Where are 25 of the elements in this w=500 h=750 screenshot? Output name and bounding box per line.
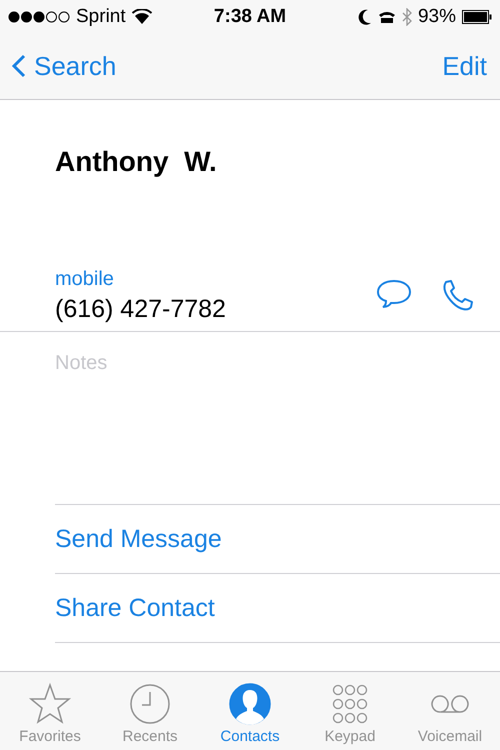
tab-item[interactable]: Recents <box>105 672 195 750</box>
status-time: 7:38 AM <box>214 6 286 28</box>
battery-icon <box>462 10 492 24</box>
chevron-left-icon <box>12 54 26 78</box>
clock-icon <box>128 682 172 726</box>
wifi-icon <box>132 9 152 24</box>
contact-name: Anthony W. <box>55 146 218 179</box>
edit-button[interactable]: Edit <box>442 50 487 82</box>
star-icon <box>28 682 72 726</box>
action-link[interactable]: Share Contact <box>0 574 500 642</box>
phone-number[interactable]: (616) 427-7782 <box>55 295 376 324</box>
bluetooth-icon <box>402 8 412 26</box>
action-link[interactable]: Send Message <box>0 505 500 573</box>
battery-percent: 93% <box>418 6 456 28</box>
moon-icon <box>358 8 372 24</box>
person-icon <box>228 682 272 726</box>
tab-item[interactable]: Contacts <box>205 672 295 750</box>
tty-icon <box>378 10 396 24</box>
carrier-name: Sprint <box>76 6 126 28</box>
back-button[interactable]: Search <box>12 50 116 82</box>
signal-icon <box>8 10 70 22</box>
phone-label: mobile <box>55 268 115 291</box>
tab-item[interactable]: Voicemail <box>405 672 495 750</box>
tab-item[interactable]: Favorites <box>5 672 95 750</box>
tab-item[interactable]: Keypad <box>305 672 395 750</box>
